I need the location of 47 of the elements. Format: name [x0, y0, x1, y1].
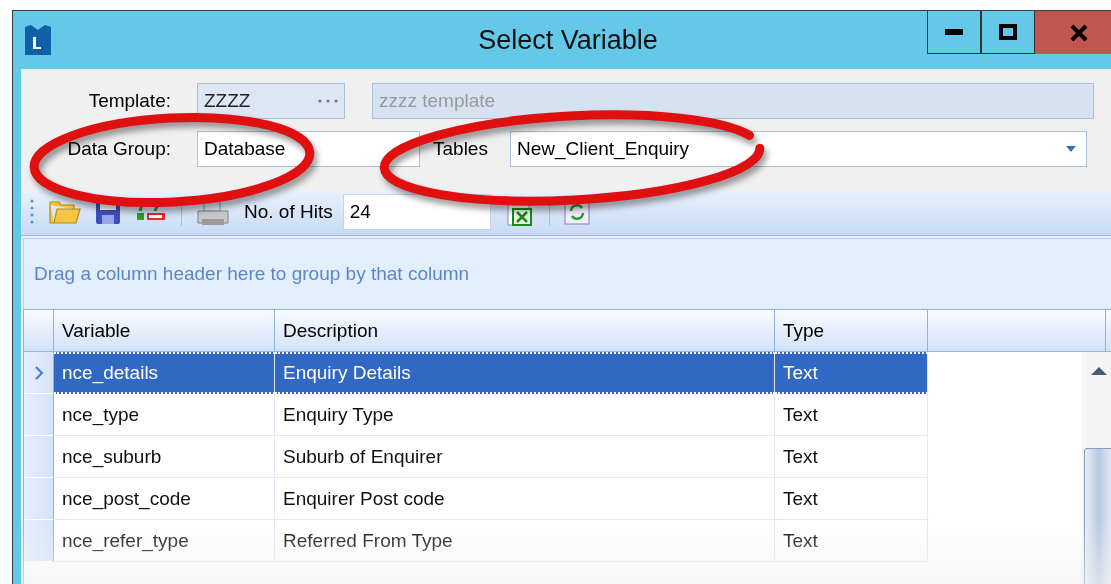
field-label: Template:	[87, 90, 172, 112]
field-label: Tables	[433, 138, 488, 160]
hits-field[interactable]: 24	[342, 194, 491, 230]
minimize-button[interactable]	[927, 11, 981, 54]
table-cell: Text	[775, 478, 928, 520]
field-label: Data Group:	[66, 138, 172, 160]
table-cell: nce_suburb	[54, 436, 275, 478]
table-cell: Suburb of Enquirer	[275, 436, 775, 478]
table-cell: Enquirer Post code	[275, 478, 775, 520]
column-header[interactable]: Variable	[54, 310, 275, 351]
group-panel-hint: Drag a column header here to group by that column	[34, 263, 470, 285]
ellipsis-icon	[318, 99, 338, 103]
column-header[interactable]: Description	[275, 310, 775, 351]
table-cell: nce_type	[54, 394, 275, 436]
minimize-icon	[945, 29, 963, 35]
close-icon	[1069, 23, 1089, 42]
table-cell: nce_refer_type	[54, 520, 275, 562]
current-row-chevron-icon	[34, 365, 43, 380]
table-cell: Enquiry Details	[275, 352, 775, 394]
hits-label: No. of Hits	[244, 201, 333, 223]
maximize-button[interactable]	[981, 11, 1035, 54]
template-description-field: zzzz template	[372, 83, 1094, 119]
table-cell: nce_details	[54, 352, 275, 394]
table-cell: Text	[775, 352, 928, 394]
table-cell: Referred From Type	[275, 520, 775, 562]
row-indicator[interactable]	[24, 478, 54, 520]
table-cell: Text	[775, 394, 928, 436]
row-indicator[interactable]	[24, 352, 54, 394]
app-logo-icon	[25, 25, 51, 55]
scroll-up-arrow-icon	[1089, 364, 1109, 376]
vertical-scrollbar[interactable]	[1082, 352, 1111, 584]
column-header[interactable]: Type	[775, 310, 928, 351]
close-button[interactable]	[1035, 11, 1111, 54]
table-cell: Text	[775, 436, 928, 478]
template-field[interactable]: ZZZZ	[197, 83, 345, 119]
maximize-icon	[999, 24, 1017, 40]
table-cell: nce_post_code	[54, 478, 275, 520]
scrollbar-thumb[interactable]	[1084, 448, 1111, 584]
table-cell: Enquiry Type	[275, 394, 775, 436]
row-indicator[interactable]	[24, 436, 54, 478]
window-title: Select Variable	[478, 24, 658, 56]
table-cell: Text	[775, 520, 928, 562]
open-button[interactable]	[49, 199, 81, 225]
row-indicator[interactable]	[24, 394, 54, 436]
dropdown-arrow-icon	[1065, 146, 1076, 152]
folder-icon	[49, 199, 81, 225]
tables-dropdown[interactable]: New_Client_Enquiry	[509, 131, 1087, 167]
